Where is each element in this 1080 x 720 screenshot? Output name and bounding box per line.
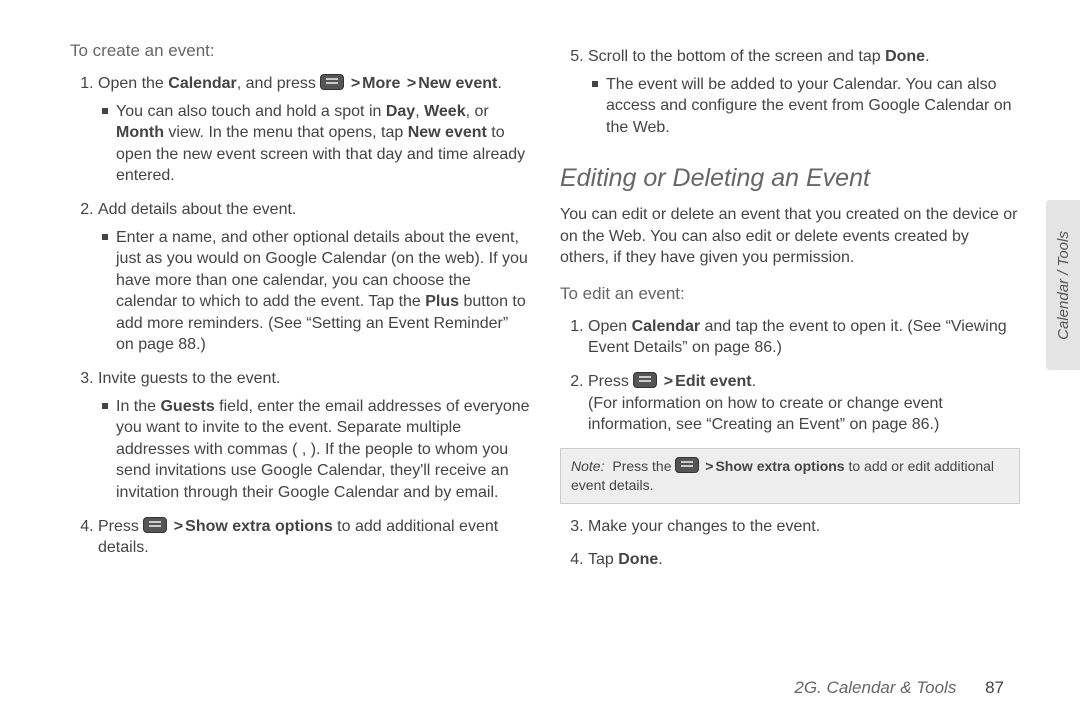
menu-key-icon — [633, 372, 657, 388]
edit-step-1: Open Calendar and tap the event to open … — [588, 316, 1020, 359]
path-sep: > — [405, 75, 418, 92]
step-3: Invite guests to the event. In the Guest… — [98, 368, 530, 504]
sub-list: The event will be added to your Calendar… — [588, 74, 1020, 139]
edit-event-steps: Open Calendar and tap the event to open … — [560, 316, 1020, 436]
note-label: Note: — [571, 458, 608, 474]
step-1: Open the Calendar, and press >More >New … — [98, 73, 530, 187]
menu-key-icon — [320, 74, 344, 90]
step-4: Press >Show extra options to add additio… — [98, 516, 530, 559]
page-body: To create an event: Open the Calendar, a… — [0, 0, 1080, 680]
path-sep: > — [662, 373, 675, 390]
edit-delete-intro: You can edit or delete an event that you… — [560, 204, 1020, 269]
section-thumb-label: Calendar / Tools — [1055, 231, 1072, 340]
note-box: Note: Press the >Show extra options to a… — [560, 448, 1020, 504]
sub-item: You can also touch and hold a spot in Da… — [102, 101, 530, 187]
create-event-steps: Open the Calendar, and press >More >New … — [70, 73, 530, 559]
sub-list: Enter a name, and other optional details… — [98, 227, 530, 357]
edit-step-4: Tap Done. — [588, 549, 1020, 571]
sub-item: The event will be added to your Calendar… — [592, 74, 1020, 139]
page-number: 87 — [961, 678, 1004, 697]
create-event-steps-cont: Scroll to the bottom of the screen and t… — [560, 46, 1020, 138]
section-label: 2G. Calendar & Tools — [794, 678, 956, 697]
sub-item: In the Guests field, enter the email add… — [102, 396, 530, 504]
menu-key-icon — [675, 457, 699, 473]
path-sep: > — [703, 458, 715, 474]
edit-event-steps-cont: Make your changes to the event. Tap Done… — [560, 516, 1020, 571]
step-5: Scroll to the bottom of the screen and t… — [588, 46, 1020, 138]
sub-list: In the Guests field, enter the email add… — [98, 396, 530, 504]
menu-key-icon — [143, 517, 167, 533]
section-thumb-tab: Calendar / Tools — [1046, 200, 1080, 370]
step-2: Add details about the event. Enter a nam… — [98, 199, 530, 356]
create-event-heading: To create an event: — [70, 40, 530, 63]
right-column: Scroll to the bottom of the screen and t… — [560, 40, 1020, 660]
left-column: To create an event: Open the Calendar, a… — [70, 40, 530, 660]
edit-delete-heading: Editing or Deleting an Event — [560, 162, 1020, 196]
edit-event-heading: To edit an event: — [560, 283, 1020, 306]
page-footer: 2G. Calendar & Tools 87 — [794, 678, 1004, 698]
edit-step-3: Make your changes to the event. — [588, 516, 1020, 538]
path-sep: > — [349, 75, 362, 92]
sub-item: Enter a name, and other optional details… — [102, 227, 530, 357]
sub-list: You can also touch and hold a spot in Da… — [98, 101, 530, 187]
path-sep: > — [172, 518, 185, 535]
edit-step-2: Press >Edit event. (For information on h… — [588, 371, 1020, 436]
